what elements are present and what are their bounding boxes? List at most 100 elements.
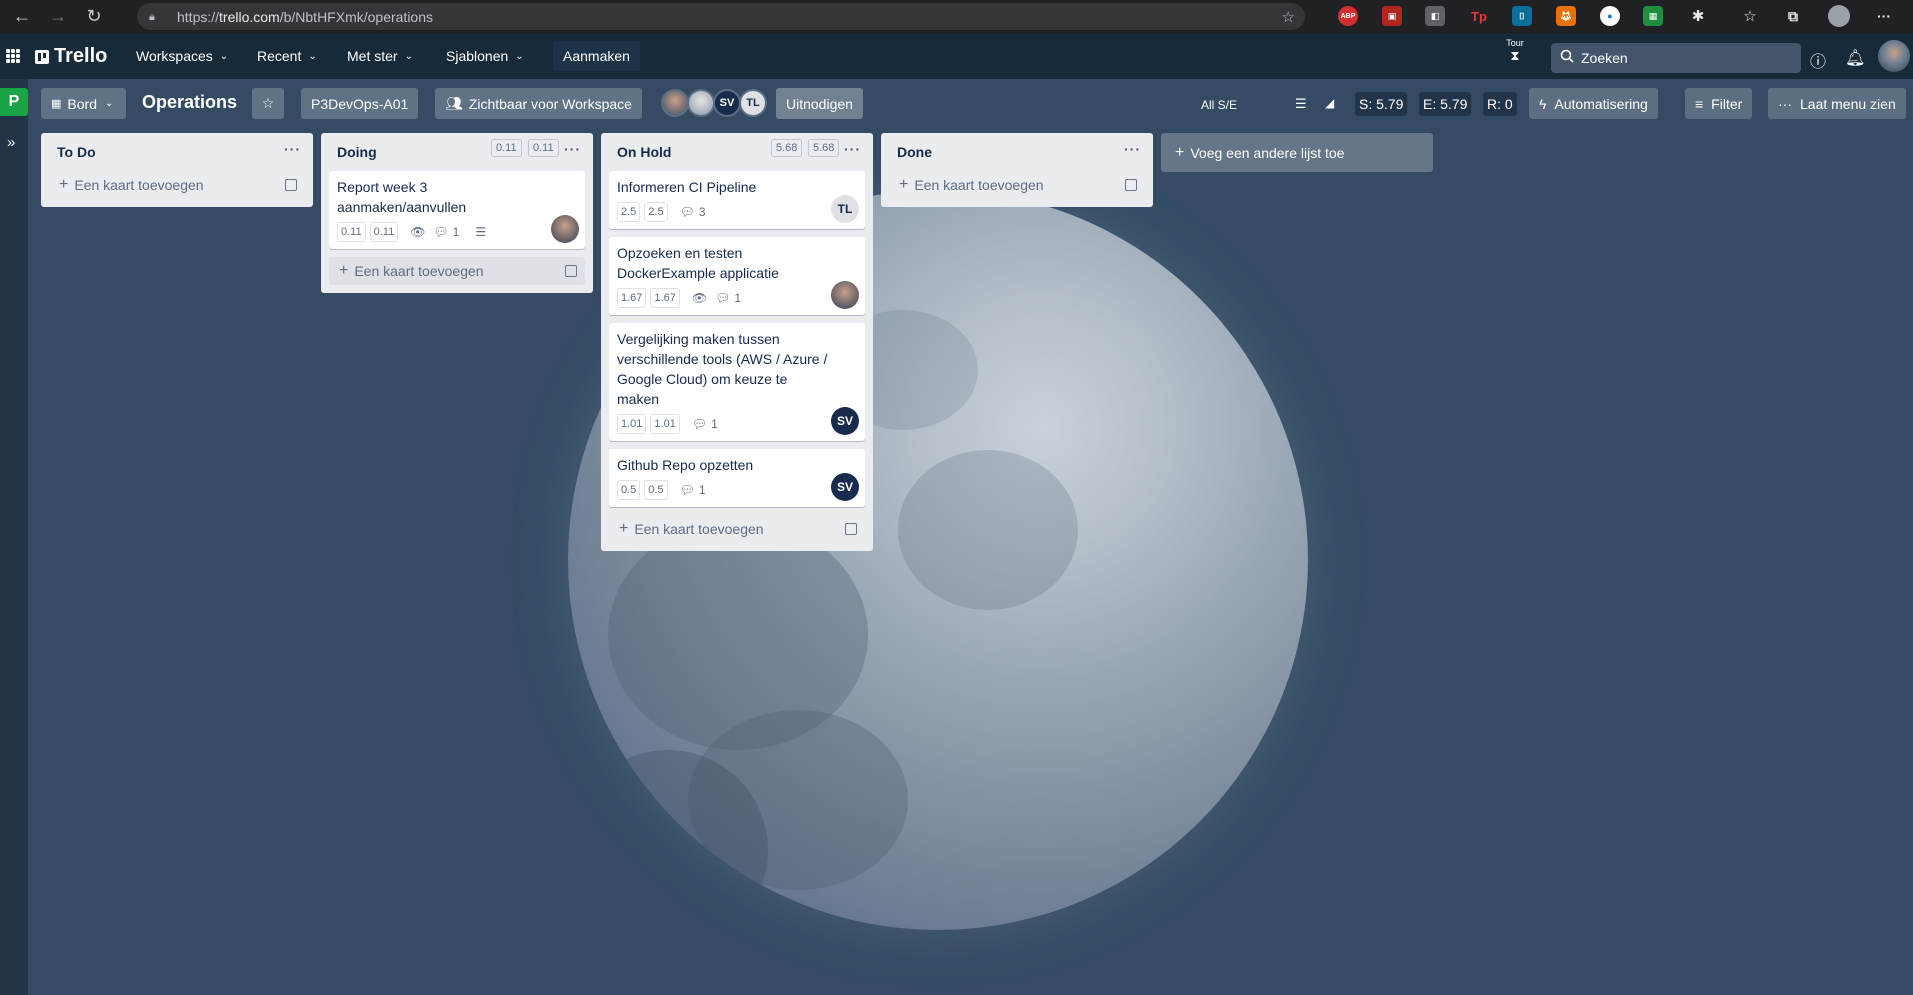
nav-templates[interactable]: Sjablonen ⌄ (438, 41, 532, 71)
template-icon[interactable] (285, 179, 297, 191)
card-member-avatar-sv[interactable]: SV (831, 473, 859, 501)
more-icon[interactable]: ··· (1874, 6, 1894, 26)
more-icon: ··· (1778, 95, 1792, 112)
comment-badge: 💬︎ 3 (680, 202, 706, 222)
template-icon[interactable] (565, 265, 577, 277)
star-board-button[interactable]: ☆ (252, 88, 284, 119)
favorites-icon[interactable]: ☆ (1740, 6, 1760, 26)
template-icon[interactable] (1125, 179, 1137, 191)
workspace-button[interactable]: P3DevOps-A01 (301, 88, 419, 119)
list-title[interactable]: Doing 0.11 0.11 ··· (329, 133, 585, 171)
comment-badge: 💬︎ 1 (680, 480, 706, 500)
member-avatar-tl[interactable]: TL (739, 89, 767, 117)
extension-icon[interactable]: ⌷ (1512, 6, 1532, 26)
bell-icon[interactable]: 🔔︎ (1845, 48, 1865, 68)
tour-button[interactable]: Tour ⧗ (1505, 38, 1525, 64)
card-member-avatar-tl[interactable]: TL (831, 195, 859, 223)
card-title: Github Repo opzetten (617, 457, 754, 473)
visibility-button[interactable]: 👥︎ Zichtbaar voor Workspace (435, 88, 642, 119)
filter-button[interactable]: ≡ Filter (1685, 88, 1753, 119)
comment-badge: 💬︎ 1 (692, 414, 718, 434)
back-icon[interactable]: ← (8, 3, 36, 31)
extension-icon[interactable]: ▦ (1643, 6, 1663, 26)
board-title[interactable]: Operations (142, 92, 237, 113)
chevron-down-icon: ⌄ (308, 50, 317, 62)
comment-icon: 💬︎ (679, 205, 695, 219)
list-menu-icon[interactable]: ··· (844, 141, 861, 157)
star-icon: ☆ (261, 95, 275, 111)
bookmark-star-icon[interactable]: ☆ (1282, 8, 1295, 26)
puzzle-icon[interactable]: ✱ (1688, 6, 1708, 26)
browser-toolbar: ← → ↻ 🔒︎ https://trello.com/b/NbtHFXmk/o… (0, 0, 1913, 33)
template-icon[interactable] (845, 523, 857, 535)
search-input[interactable]: Zoeken (1551, 43, 1801, 73)
extension-icon[interactable]: ◧ (1425, 6, 1445, 26)
profile-icon[interactable] (1828, 5, 1850, 27)
add-card-button[interactable]: + Een kaart toevoegen (609, 515, 865, 543)
extension-icon[interactable]: ● (1600, 6, 1620, 26)
card[interactable]: Opzoeken en testen DockerExample applica… (609, 237, 865, 315)
search-icon (1560, 49, 1574, 63)
add-card-button[interactable]: + Een kaart toevoegen (329, 257, 585, 285)
invite-button[interactable]: Uitnodigen (776, 88, 863, 119)
points-badge: 2.5 (644, 202, 668, 222)
plus-icon: + (619, 520, 629, 537)
comment-icon: 💬︎ (691, 417, 708, 431)
comment-icon: 💬︎ (433, 225, 449, 239)
list-menu-icon[interactable]: ··· (284, 141, 301, 157)
list-menu-icon[interactable]: ··· (1124, 141, 1141, 157)
card[interactable]: Informeren CI Pipeline 2.5 2.5 💬︎ 3 TL (609, 171, 865, 229)
adblock-extension-icon[interactable]: ABP (1338, 6, 1358, 26)
board-view-switcher[interactable]: ▦ Bord ⌄ (41, 88, 126, 119)
list-title[interactable]: On Hold 5.68 5.68 ··· (609, 133, 865, 171)
extension-icon[interactable]: ▣ (1382, 6, 1402, 26)
forward-icon[interactable]: → (44, 3, 72, 31)
comment-icon: 💬︎ (679, 483, 695, 497)
create-button[interactable]: Aanmaken (553, 41, 640, 71)
trello-logo[interactable]: Trello (35, 45, 107, 68)
add-card-button[interactable]: + Een kaart toevoegen (49, 171, 305, 199)
card[interactable]: Vergelijking maken tussen verschillende … (609, 323, 865, 441)
extension-icon[interactable]: Tp (1469, 6, 1489, 26)
chart-icon[interactable]: ◢ (1325, 96, 1334, 110)
user-avatar[interactable] (1878, 40, 1910, 72)
list-doing: Doing 0.11 0.11 ··· Report week 3 aanmak… (321, 133, 593, 293)
card[interactable]: Github Repo opzetten 0.5 0.5 💬︎ 1 SV (609, 449, 865, 507)
collections-icon[interactable]: ⧉ (1783, 6, 1803, 26)
metamask-extension-icon[interactable]: 🦊︎ (1556, 6, 1576, 26)
list-view-icon[interactable]: ☰ (1295, 96, 1307, 112)
add-card-button[interactable]: + Een kaart toevoegen (889, 171, 1145, 199)
card-title: Opzoeken en testen DockerExample applica… (617, 245, 779, 281)
all-se-label[interactable]: All S/E (1201, 98, 1237, 112)
list-menu-icon[interactable]: ··· (564, 141, 581, 157)
list-points-badge: 5.68 (771, 139, 803, 157)
board-icon: ▦ (51, 98, 62, 110)
add-list-button[interactable]: + Voeg een andere lijst toe (1161, 133, 1433, 172)
list-title[interactable]: Done ··· (889, 133, 1145, 171)
card[interactable]: Report week 3 aanmaken/aanvullen 0.11 0.… (329, 171, 585, 249)
member-avatar[interactable] (687, 89, 715, 117)
apps-grid-icon[interactable] (6, 49, 20, 63)
nav-recent[interactable]: Recent ⌄ (249, 41, 325, 71)
member-avatar[interactable] (661, 89, 689, 117)
workspace-avatar[interactable]: P (0, 88, 28, 116)
nav-starred[interactable]: Met ster ⌄ (339, 41, 421, 71)
filter-icon: ≡ (1695, 95, 1704, 112)
card-member-avatar[interactable] (831, 281, 859, 309)
comment-badge: 💬︎ 1 (433, 222, 459, 242)
nav-workspaces[interactable]: Workspaces ⌄ (128, 41, 236, 71)
card-member-avatar-sv[interactable]: SV (831, 407, 859, 435)
reload-icon[interactable]: ↻ (80, 3, 108, 31)
chevron-down-icon: ⌄ (515, 50, 524, 62)
show-menu-button[interactable]: ··· Laat menu zien (1768, 88, 1906, 119)
address-bar[interactable]: 🔒︎ https://trello.com/b/NbtHFXmk/operati… (137, 3, 1305, 30)
card-member-avatar[interactable] (551, 215, 579, 243)
list-title[interactable]: To Do ··· (49, 133, 305, 171)
member-avatar-sv[interactable]: SV (713, 89, 741, 117)
automation-button[interactable]: ϟ Automatisering (1529, 88, 1658, 119)
plus-icon: + (899, 176, 909, 193)
points-badge: 0.11 (337, 222, 366, 242)
info-icon[interactable]: ⓘ (1810, 48, 1826, 72)
expand-sidebar-icon[interactable]: » (7, 134, 15, 151)
chevron-down-icon: ⌄ (219, 50, 229, 62)
